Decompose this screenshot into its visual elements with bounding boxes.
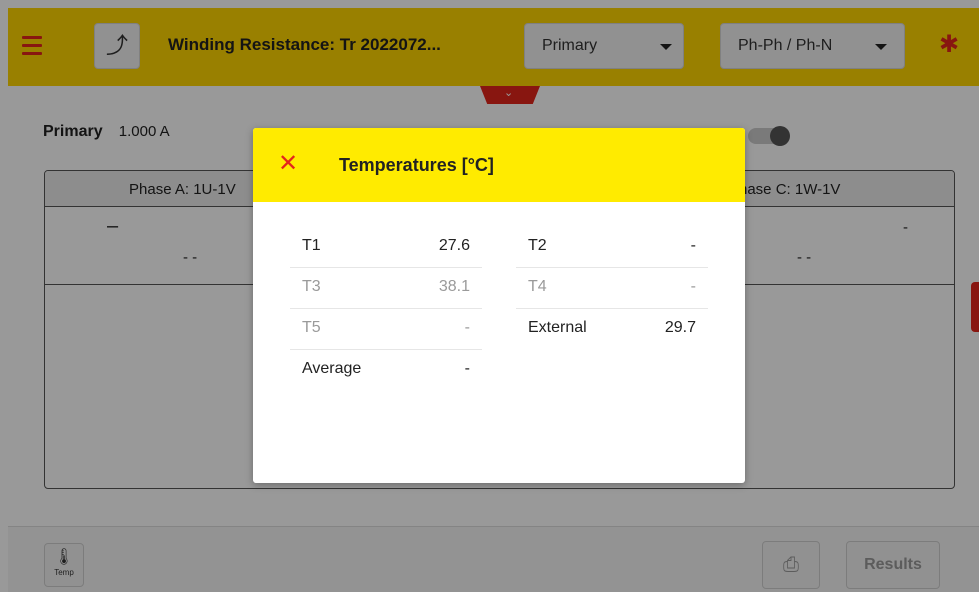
temperature-list-right: T2 - T4 - External 29.7 [516,227,708,350]
list-item: T4 - [516,268,708,309]
sensor-label: T1 [302,237,321,254]
sensor-value: 29.7 [664,319,696,336]
sensor-label: External [528,319,587,336]
sensor-value: - [690,237,696,254]
list-item: T5 - [290,309,482,350]
list-item: T2 - [516,227,708,268]
close-icon[interactable]: ✕ [278,152,298,176]
list-item: T3 38.1 [290,268,482,309]
sensor-label: T4 [528,278,547,295]
list-item: External 29.7 [516,309,708,350]
sensor-value: - [690,278,696,295]
sensor-value: 27.6 [438,237,470,254]
sensor-value: - [464,360,470,377]
temperatures-dialog: ✕ Temperatures [°C] T1 27.6 T3 38.1 T5 -… [253,128,745,483]
dialog-header: ✕ Temperatures [°C] [253,128,745,202]
sensor-label: T5 [302,319,321,336]
list-item: T1 27.6 [290,227,482,268]
sensor-value: 38.1 [438,278,470,295]
temperature-list-left: T1 27.6 T3 38.1 T5 - Average - [290,227,482,391]
sensor-value: - [464,319,470,336]
sensor-label: Average [302,360,362,377]
sensor-label: T3 [302,278,321,295]
list-item: Average - [290,350,482,391]
dialog-title: Temperatures [°C] [339,155,494,175]
sensor-label: T2 [528,237,547,254]
